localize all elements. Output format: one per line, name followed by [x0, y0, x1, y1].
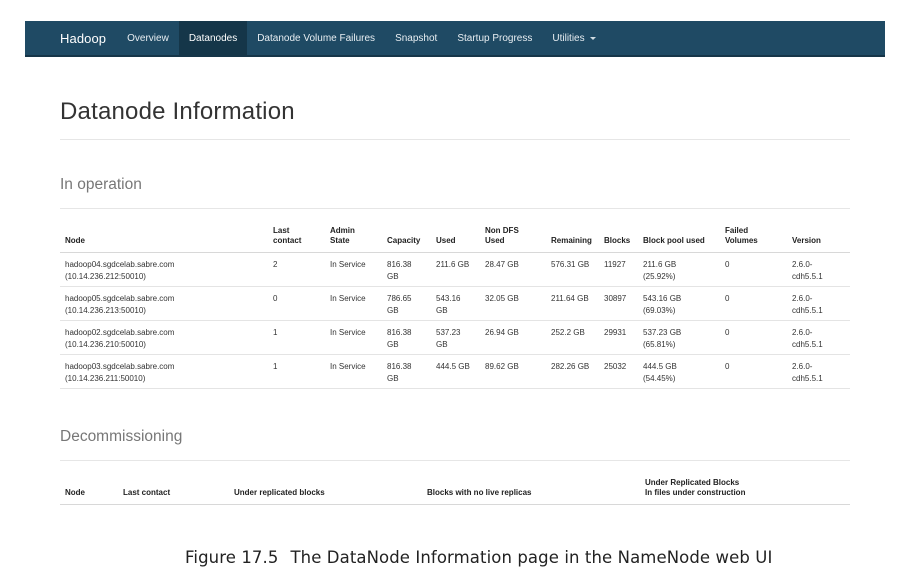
col-header-node[interactable]: Node — [60, 226, 268, 253]
col-header-last-contact[interactable]: Last contact — [268, 226, 325, 253]
figure-caption-text: The DataNode Information page in the Nam… — [290, 548, 773, 567]
cell-capacity: 786.65 GB — [387, 294, 412, 315]
decommissioning-divider — [60, 460, 850, 461]
cell-capacity: 816.38 GB — [387, 260, 412, 281]
cell-version: 2.6.0- cdh5.5.1 — [792, 328, 823, 349]
cell-non-dfs-used: 32.05 GB — [485, 294, 519, 303]
cell-admin-state: In Service — [330, 260, 366, 269]
col-header-used[interactable]: Used — [431, 226, 480, 253]
cell-failed-volumes: 0 — [725, 362, 730, 371]
nav-datanode-volume-failures[interactable]: Datanode Volume Failures — [247, 21, 385, 55]
nav-utilities-label: Utilities — [552, 32, 585, 44]
cell-failed-volumes: 0 — [725, 294, 730, 303]
cell-last-contact: 2 — [273, 260, 278, 269]
in-operation-table: Node Last contact Admin State Capacity Use… — [60, 226, 850, 389]
cell-used: 211.6 GB — [436, 260, 470, 269]
nav-utilities-dropdown[interactable]: Utilities — [542, 21, 605, 55]
node-host[interactable]: hadoop03.sgdcelab.sabre.com — [65, 362, 174, 371]
col-header-admin-state[interactable]: Admin State — [325, 226, 382, 253]
cell-failed-volumes: 0 — [725, 260, 730, 269]
dec-col-header-under-replicated[interactable]: Under replicated blocks — [229, 478, 422, 505]
cell-capacity: 816.38 GB — [387, 362, 412, 383]
cell-failed-volumes: 0 — [725, 328, 730, 337]
cell-node: hadoop02.sgdcelab.sabre.com (10.14.236.21… — [60, 321, 268, 355]
page-title: Datanode Information — [60, 98, 295, 125]
cell-remaining: 211.64 GB — [551, 294, 589, 303]
dec-col-header-no-live-replicas[interactable]: Blocks with no live replicas — [422, 478, 640, 505]
figure-number: Figure 17.5 — [185, 548, 279, 567]
cell-non-dfs-used: 26.94 GB — [485, 328, 519, 337]
in-operation-divider — [60, 208, 850, 209]
in-operation-heading: In operation — [60, 176, 142, 193]
cell-version: 2.6.0- cdh5.5.1 — [792, 294, 823, 315]
dec-col-header-under-construction[interactable]: Under Replicated Blocks In files under co… — [640, 478, 850, 505]
table-row: hadoop05.sgdcelab.sabre.com (10.14.236.21… — [60, 287, 850, 321]
cell-last-contact: 1 — [273, 328, 278, 337]
cell-node: hadoop03.sgdcelab.sabre.com (10.14.236.21… — [60, 355, 268, 389]
cell-used: 537.23 GB — [436, 328, 461, 349]
table-header-row: Node Last contact Under replicated block… — [60, 478, 850, 505]
table-row: hadoop03.sgdcelab.sabre.com (10.14.236.21… — [60, 355, 850, 389]
top-navbar: Hadoop Overview Datanodes Datanode Volum… — [25, 21, 885, 57]
cell-remaining: 282.26 GB — [551, 362, 590, 371]
cell-version: 2.6.0- cdh5.5.1 — [792, 362, 823, 383]
cell-blocks: 30897 — [604, 294, 627, 303]
node-address: (10.14.236.210:50010) — [65, 339, 146, 349]
cell-block-pool-used: 211.6 GB (25.92%) — [643, 260, 677, 281]
col-header-block-pool-used[interactable]: Block pool used — [638, 226, 720, 253]
cell-capacity: 816.38 GB — [387, 328, 412, 349]
figure-caption: Figure 17.5 The DataNode Information page… — [185, 548, 772, 567]
cell-non-dfs-used: 89.62 GB — [485, 362, 519, 371]
decommissioning-heading: Decommissioning — [60, 428, 183, 445]
table-row: hadoop02.sgdcelab.sabre.com (10.14.236.21… — [60, 321, 850, 355]
col-header-capacity[interactable]: Capacity — [382, 226, 431, 253]
cell-blocks: 25032 — [604, 362, 627, 371]
nav-overview[interactable]: Overview — [117, 21, 179, 55]
cell-admin-state: In Service — [330, 294, 366, 303]
cell-admin-state: In Service — [330, 328, 366, 337]
cell-node: hadoop04.sgdcelab.sabre.com (10.14.236.21… — [60, 253, 268, 287]
cell-admin-state: In Service — [330, 362, 366, 371]
col-header-blocks[interactable]: Blocks — [599, 226, 638, 253]
cell-remaining: 252.2 GB — [551, 328, 585, 337]
caret-down-icon — [589, 36, 596, 40]
node-address: (10.14.236.211:50010) — [65, 373, 146, 383]
col-header-non-dfs-used[interactable]: Non DFS Used — [480, 226, 546, 253]
cell-version: 2.6.0- cdh5.5.1 — [792, 260, 823, 281]
cell-remaining: 576.31 GB — [551, 260, 590, 269]
table-row: hadoop04.sgdcelab.sabre.com (10.14.236.21… — [60, 253, 850, 287]
node-address: (10.14.236.213:50010) — [65, 305, 146, 315]
nav-datanodes[interactable]: Datanodes — [178, 21, 248, 55]
cell-last-contact: 1 — [273, 362, 278, 371]
nav-startup-progress[interactable]: Startup Progress — [447, 21, 542, 55]
node-host[interactable]: hadoop02.sgdcelab.sabre.com — [65, 328, 174, 337]
dec-col-header-last-contact[interactable]: Last contact — [118, 478, 229, 505]
cell-blocks: 11927 — [604, 260, 626, 269]
node-address: (10.14.236.212:50010) — [65, 271, 146, 281]
cell-blocks: 29931 — [604, 328, 627, 337]
cell-non-dfs-used: 28.47 GB — [485, 260, 519, 269]
decommissioning-table: Node Last contact Under replicated block… — [60, 478, 850, 505]
col-header-version[interactable]: Version — [787, 226, 850, 253]
dec-col-header-node[interactable]: Node — [60, 478, 118, 505]
title-divider — [60, 139, 850, 140]
nav-snapshot[interactable]: Snapshot — [385, 21, 447, 55]
cell-block-pool-used: 537.23 GB (65.81%) — [643, 328, 682, 349]
cell-used: 543.16 GB — [436, 294, 461, 315]
cell-block-pool-used: 543.16 GB (69.03%) — [643, 294, 682, 315]
cell-block-pool-used: 444.5 GB (54.45%) — [643, 362, 677, 383]
node-host[interactable]: hadoop05.sgdcelab.sabre.com — [65, 294, 174, 303]
table-header-row: Node Last contact Admin State Capacity Use… — [60, 226, 850, 253]
cell-last-contact: 0 — [273, 294, 278, 303]
brand-logo[interactable]: Hadoop — [25, 21, 117, 55]
node-host[interactable]: hadoop04.sgdcelab.sabre.com — [65, 260, 174, 269]
col-header-remaining[interactable]: Remaining — [546, 226, 599, 253]
cell-used: 444.5 GB — [436, 362, 470, 371]
cell-node: hadoop05.sgdcelab.sabre.com (10.14.236.21… — [60, 287, 268, 321]
col-header-failed-volumes[interactable]: Failed Volumes — [720, 226, 787, 253]
